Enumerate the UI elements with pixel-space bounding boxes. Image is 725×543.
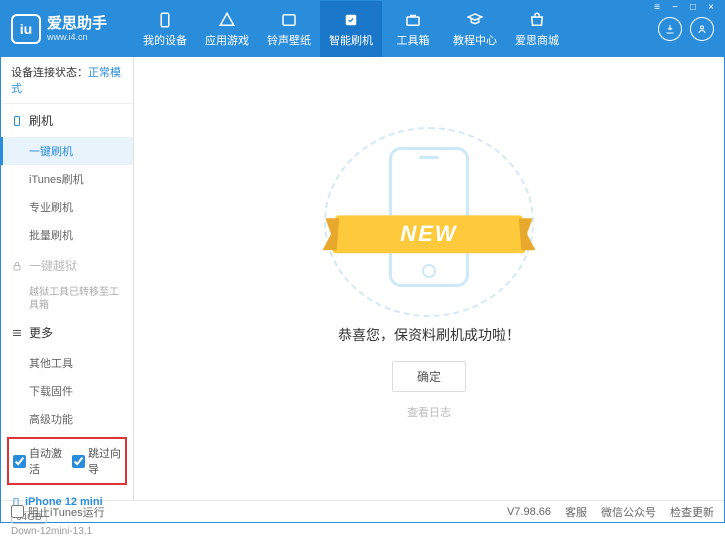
sidebar-item-itunes[interactable]: iTunes刷机 <box>1 165 133 193</box>
update-link[interactable]: 检查更新 <box>670 504 714 520</box>
more-icon <box>11 327 23 339</box>
nav-apps[interactable]: 应用游戏 <box>196 1 258 57</box>
connection-status: 设备连接状态：正常模式 <box>1 57 133 104</box>
nav-my-device[interactable]: 我的设备 <box>134 1 196 57</box>
lock-icon <box>11 260 23 272</box>
tutorial-icon <box>466 11 484 29</box>
checkbox-label: 跳过向导 <box>88 445 121 477</box>
sidebar-item-firmware[interactable]: 下载固件 <box>1 377 133 405</box>
sidebar-item-pro[interactable]: 专业刷机 <box>1 193 133 221</box>
user-button[interactable] <box>690 17 714 41</box>
toolbox-icon <box>404 11 422 29</box>
nav-tutorials[interactable]: 教程中心 <box>444 1 506 57</box>
nav-label: 铃声壁纸 <box>267 32 311 48</box>
nav-store[interactable]: 爱思商城 <box>506 1 568 57</box>
store-icon <box>528 11 546 29</box>
checkbox-label: 自动激活 <box>29 445 62 477</box>
checkbox-group: 自动激活 跳过向导 <box>7 437 127 485</box>
skip-guide-checkbox[interactable]: 跳过向导 <box>72 445 121 477</box>
success-message: 恭喜您，保资料刷机成功啦！ <box>338 325 520 345</box>
block-itunes-checkbox[interactable]: 阻止iTunes运行 <box>11 504 105 520</box>
window-controls: ≡ − □ × <box>649 2 719 13</box>
header: iu 爱思助手 www.i4.cn 我的设备 应用游戏 铃声壁纸 智能刷机 工具… <box>1 1 724 57</box>
confirm-button[interactable]: 确定 <box>392 361 466 392</box>
wechat-link[interactable]: 微信公众号 <box>601 504 656 520</box>
app-url: www.i4.cn <box>47 32 107 42</box>
logo: iu 爱思助手 www.i4.cn <box>1 14 134 44</box>
nav-label: 我的设备 <box>143 32 187 48</box>
sidebar-section-flash[interactable]: 刷机 <box>1 104 133 137</box>
phone-icon <box>11 115 23 127</box>
version-text: V7.98.66 <box>507 506 551 518</box>
window-close-icon[interactable]: × <box>703 2 719 13</box>
phone-icon <box>156 11 174 29</box>
wallpaper-icon <box>280 11 298 29</box>
nav-toolbox[interactable]: 工具箱 <box>382 1 444 57</box>
sidebar-section-jailbreak: 一键越狱 <box>1 249 133 282</box>
flash-icon <box>342 11 360 29</box>
sidebar-item-other[interactable]: 其他工具 <box>1 349 133 377</box>
nav-label: 应用游戏 <box>205 32 249 48</box>
section-title: 更多 <box>29 324 53 341</box>
nav-label: 爱思商城 <box>515 32 559 48</box>
apps-icon <box>218 11 236 29</box>
nav-label: 工具箱 <box>397 32 430 48</box>
window-minimize-icon[interactable]: − <box>667 2 683 13</box>
nav-flash[interactable]: 智能刷机 <box>320 1 382 57</box>
new-ribbon: NEW <box>332 215 525 253</box>
sidebar-item-batch[interactable]: 批量刷机 <box>1 221 133 249</box>
sidebar-section-more[interactable]: 更多 <box>1 316 133 349</box>
section-title: 刷机 <box>29 112 53 129</box>
main-content: NEW 恭喜您，保资料刷机成功啦！ 确定 查看日志 <box>134 57 724 500</box>
jailbreak-note: 越狱工具已转移至工具箱 <box>1 282 133 316</box>
auto-activate-checkbox[interactable]: 自动激活 <box>13 445 62 477</box>
device-file: Down-12mini-13,1 <box>11 526 123 537</box>
view-log-link[interactable]: 查看日志 <box>407 404 451 420</box>
top-nav: 我的设备 应用游戏 铃声壁纸 智能刷机 工具箱 教程中心 爱思商城 <box>134 1 658 57</box>
service-link[interactable]: 客服 <box>565 504 587 520</box>
success-illustration: NEW <box>334 137 524 307</box>
app-name: 爱思助手 <box>47 16 107 33</box>
window-maximize-icon[interactable]: □ <box>685 2 701 13</box>
header-right <box>658 17 724 41</box>
status-label: 设备连接状态： <box>11 67 88 79</box>
sidebar-item-advanced[interactable]: 高级功能 <box>1 405 133 433</box>
section-title: 一键越狱 <box>29 257 77 274</box>
nav-label: 智能刷机 <box>329 32 373 48</box>
window-menu-icon[interactable]: ≡ <box>649 2 665 13</box>
nav-ringtones[interactable]: 铃声壁纸 <box>258 1 320 57</box>
download-button[interactable] <box>658 17 682 41</box>
logo-icon: iu <box>11 14 41 44</box>
nav-label: 教程中心 <box>453 32 497 48</box>
sidebar-item-oneclick[interactable]: 一键刷机 <box>1 137 133 165</box>
checkbox-label: 阻止iTunes运行 <box>28 504 105 520</box>
sidebar: 设备连接状态：正常模式 刷机 一键刷机 iTunes刷机 专业刷机 批量刷机 一… <box>1 57 134 500</box>
